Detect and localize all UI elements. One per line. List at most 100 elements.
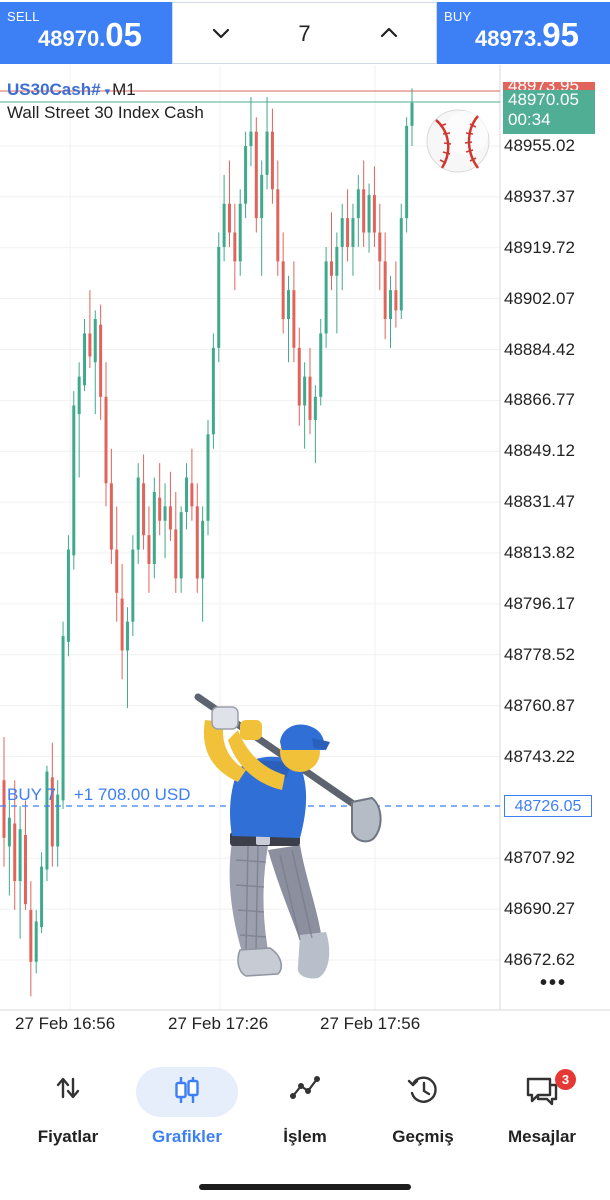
timeframe: M1 xyxy=(112,80,136,99)
candle xyxy=(308,347,312,435)
candle xyxy=(66,535,70,657)
golfer-icon xyxy=(194,693,382,979)
price-axis-label: 48955.02 xyxy=(504,136,575,155)
candle xyxy=(120,564,124,680)
price-axis-label: 48849.12 xyxy=(504,441,575,461)
buy-price: 48973.95 xyxy=(475,16,579,54)
arrows-updown-icon xyxy=(56,1077,80,1099)
price-axis-label: 48743.22 xyxy=(504,746,575,766)
home-indicator xyxy=(199,1184,411,1190)
candle xyxy=(249,97,253,167)
candle xyxy=(45,765,49,882)
candle xyxy=(265,97,269,190)
nav-label: İşlem xyxy=(283,1127,327,1146)
candle xyxy=(29,881,33,997)
history-clock-icon xyxy=(407,1076,437,1103)
position-side: BUY 7 xyxy=(7,785,56,804)
more-options-icon[interactable]: ••• xyxy=(540,972,567,995)
nav-label: Geçmiş xyxy=(392,1127,454,1146)
candle xyxy=(260,160,264,276)
candlestick-icon xyxy=(175,1077,199,1103)
nav-charts[interactable]: Grafikler xyxy=(128,1065,246,1155)
price-axis-label: 48778.52 xyxy=(504,644,575,664)
buy-caption: BUY xyxy=(444,9,472,24)
symbol-selector[interactable]: US30Cash# ▾ M1 xyxy=(7,80,136,100)
candle xyxy=(61,621,65,810)
position-price-tag: 48726.05 xyxy=(504,795,592,817)
nav-trade[interactable]: İşlem xyxy=(246,1065,364,1155)
symbol-description: Wall Street 30 Index Cash xyxy=(7,103,204,122)
buy-button[interactable]: BUY 48973.95 xyxy=(437,2,610,64)
position-label[interactable]: BUY 7 +1 708.00 USD xyxy=(7,785,191,805)
baseball-icon xyxy=(426,109,490,173)
candle xyxy=(362,160,366,247)
price-chart[interactable] xyxy=(0,65,610,1015)
candle xyxy=(104,362,108,507)
candle xyxy=(136,463,140,565)
sell-button[interactable]: SELL 48970.05 xyxy=(0,2,172,64)
nav-label: Mesajlar xyxy=(507,1127,577,1146)
price-axis-label: 48690.27 xyxy=(504,899,575,919)
candle xyxy=(340,203,344,291)
nav-label: Grafikler xyxy=(152,1127,222,1146)
candle xyxy=(217,232,221,363)
candles xyxy=(2,88,414,997)
candle xyxy=(83,319,87,392)
price-axis-label: 48707.92 xyxy=(504,848,575,868)
position-profit: +1 708.00 USD xyxy=(73,785,191,804)
candle xyxy=(190,448,194,521)
candle xyxy=(185,463,189,530)
candle xyxy=(410,88,414,147)
candle xyxy=(142,454,146,550)
time-label: 27 Feb 16:56 xyxy=(15,1014,116,1033)
sell-price-main: 48970. xyxy=(38,26,106,51)
candle xyxy=(367,183,371,253)
unread-badge: 3 xyxy=(555,1069,576,1090)
chevron-up-icon[interactable] xyxy=(377,21,401,45)
candle-countdown: 00:34 xyxy=(508,110,551,129)
candle xyxy=(319,319,323,406)
candle xyxy=(179,506,183,593)
price-axis-label: 48831.47 xyxy=(504,492,575,512)
candle xyxy=(276,160,280,276)
candle xyxy=(72,391,76,570)
candle xyxy=(174,491,178,593)
nav-quotes[interactable]: Fiyatlar xyxy=(9,1065,127,1155)
bid-price-value: 48970.05 xyxy=(508,90,579,109)
candle xyxy=(131,535,135,637)
time-label: 27 Feb 17:26 xyxy=(168,1014,269,1033)
price-axis-label: 48937.37 xyxy=(504,186,575,206)
candle xyxy=(7,794,11,896)
price-axis-label: 48760.87 xyxy=(504,695,575,715)
sell-caption: SELL xyxy=(7,9,40,24)
price-axis-label: 48796.17 xyxy=(504,593,575,613)
candle xyxy=(303,362,307,449)
candle xyxy=(238,189,242,276)
candle xyxy=(233,203,237,291)
candle xyxy=(335,232,339,334)
candle xyxy=(297,327,301,426)
candle xyxy=(206,419,210,536)
candle xyxy=(88,290,92,369)
sell-price-big: 05 xyxy=(105,16,143,53)
candle xyxy=(77,362,81,478)
candle xyxy=(147,506,151,593)
candle xyxy=(399,203,403,320)
candle xyxy=(18,806,22,939)
bid-price-label: 48970.05 00:34 xyxy=(503,90,595,134)
candle xyxy=(163,483,167,559)
caret-down-icon: ▾ xyxy=(104,86,111,98)
price-axis-label: 48866.77 xyxy=(504,390,575,410)
nav-messages[interactable]: 3 Mesajlar xyxy=(483,1065,601,1155)
price-axis-label: 48884.42 xyxy=(504,339,575,359)
price-axis-label: 48919.72 xyxy=(504,237,575,257)
candle xyxy=(34,909,38,974)
candle xyxy=(244,131,248,219)
candle xyxy=(378,203,382,291)
nav-history[interactable]: Geçmiş xyxy=(364,1065,482,1155)
trend-line-icon xyxy=(290,1076,320,1099)
candle xyxy=(383,232,387,340)
candle xyxy=(394,261,398,328)
candle xyxy=(346,189,350,262)
candle xyxy=(254,117,258,233)
